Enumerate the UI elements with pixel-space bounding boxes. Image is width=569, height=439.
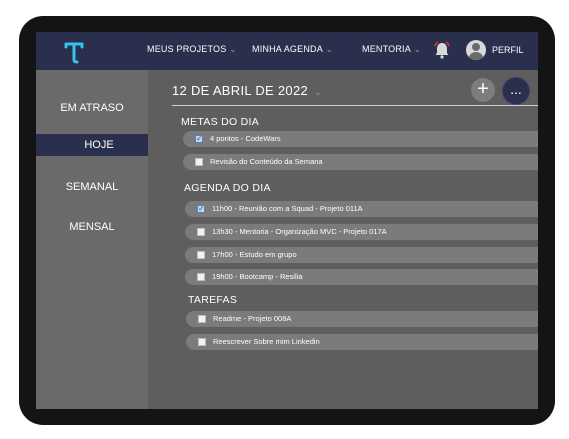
chevron-down-icon: ⌄ <box>325 45 333 54</box>
sidebar-item-hoje[interactable]: HOJE <box>36 134 162 156</box>
main-content: 12 DE ABRIL DE 2022 ⌄ + ... METAS DO DIA … <box>148 70 538 409</box>
section-title-agenda: AGENDA DO DIA <box>184 182 271 194</box>
task-item[interactable]: 19h00 - Bootcamp - Resilia <box>185 269 538 285</box>
more-options-button[interactable]: ... <box>502 77 530 105</box>
chevron-down-icon: ⌄ <box>229 45 237 54</box>
task-label: 11h00 - Reunião com a Squad - Projeto 01… <box>212 204 363 213</box>
section-title-tarefas: TAREFAS <box>188 294 238 306</box>
date-selector[interactable]: 12 DE ABRIL DE 2022 ⌄ <box>172 83 322 98</box>
add-button[interactable]: + <box>471 78 495 102</box>
task-checkbox[interactable] <box>198 315 206 323</box>
chevron-down-icon: ⌄ <box>314 87 322 97</box>
sidebar: EM ATRASO HOJE SEMANAL MENSAL <box>36 70 162 409</box>
nav-minha-agenda-label: MINHA AGENDA <box>252 44 323 54</box>
nav-mentoria[interactable]: MENTORIA ⌄ <box>362 44 421 54</box>
task-label: Revisão do Conteúdo da Semana <box>210 157 323 166</box>
task-item[interactable]: Readme - Projeto 008A <box>186 311 538 327</box>
app-screen: MEUS PROJETOS ⌄ MINHA AGENDA ⌄ MENTORIA ⌄ P… <box>36 32 538 409</box>
task-checkbox[interactable] <box>197 201 205 217</box>
task-checkbox[interactable] <box>197 251 205 259</box>
task-label: 13h30 - Mentoria - Organização MVC - Pro… <box>212 227 387 236</box>
nav-minha-agenda[interactable]: MINHA AGENDA ⌄ <box>252 44 333 54</box>
task-item[interactable]: Revisão do Conteúdo da Semana <box>183 154 538 170</box>
header-divider <box>172 105 538 106</box>
nav-meus-projetos-label: MEUS PROJETOS <box>147 44 227 54</box>
nav-meus-projetos[interactable]: MEUS PROJETOS ⌄ <box>147 44 236 54</box>
top-navbar: MEUS PROJETOS ⌄ MINHA AGENDA ⌄ MENTORIA ⌄ P… <box>36 32 538 70</box>
brand-logo[interactable] <box>63 40 85 64</box>
bell-icon[interactable] <box>432 40 452 60</box>
sidebar-item-semanal[interactable]: SEMANAL <box>36 181 148 193</box>
task-item[interactable]: 13h30 - Mentoria - Organização MVC - Pro… <box>185 224 538 240</box>
task-item[interactable]: Reescrever Sobre mim Linkedin <box>186 334 538 350</box>
task-label: Reescrever Sobre mim Linkedin <box>213 337 320 346</box>
task-checkbox[interactable] <box>195 131 203 147</box>
task-item[interactable]: 17h00 - Estudo em grupo <box>185 247 538 263</box>
chevron-down-icon: ⌄ <box>413 45 421 54</box>
task-label: Readme - Projeto 008A <box>213 314 292 323</box>
nav-mentoria-label: MENTORIA <box>362 44 411 54</box>
task-checkbox[interactable] <box>198 338 206 346</box>
task-label: 19h00 - Bootcamp - Resilia <box>212 272 303 281</box>
task-checkbox[interactable] <box>197 228 205 236</box>
date-label: 12 DE ABRIL DE 2022 <box>172 83 309 98</box>
sidebar-item-em-atraso[interactable]: EM ATRASO <box>36 102 148 114</box>
section-title-metas: METAS DO DIA <box>181 116 260 128</box>
task-item[interactable]: 11h00 - Reunião com a Squad - Projeto 01… <box>185 201 538 217</box>
task-checkbox[interactable] <box>197 273 205 281</box>
profile-label[interactable]: PERFIL <box>492 45 524 55</box>
task-checkbox[interactable] <box>195 158 203 166</box>
sidebar-item-mensal[interactable]: MENSAL <box>36 221 148 233</box>
task-label: 17h00 - Estudo em grupo <box>212 250 297 259</box>
avatar[interactable] <box>466 40 486 60</box>
task-item[interactable]: 4 pontos - CodeWars <box>183 131 538 147</box>
task-label: 4 pontos - CodeWars <box>210 134 281 143</box>
